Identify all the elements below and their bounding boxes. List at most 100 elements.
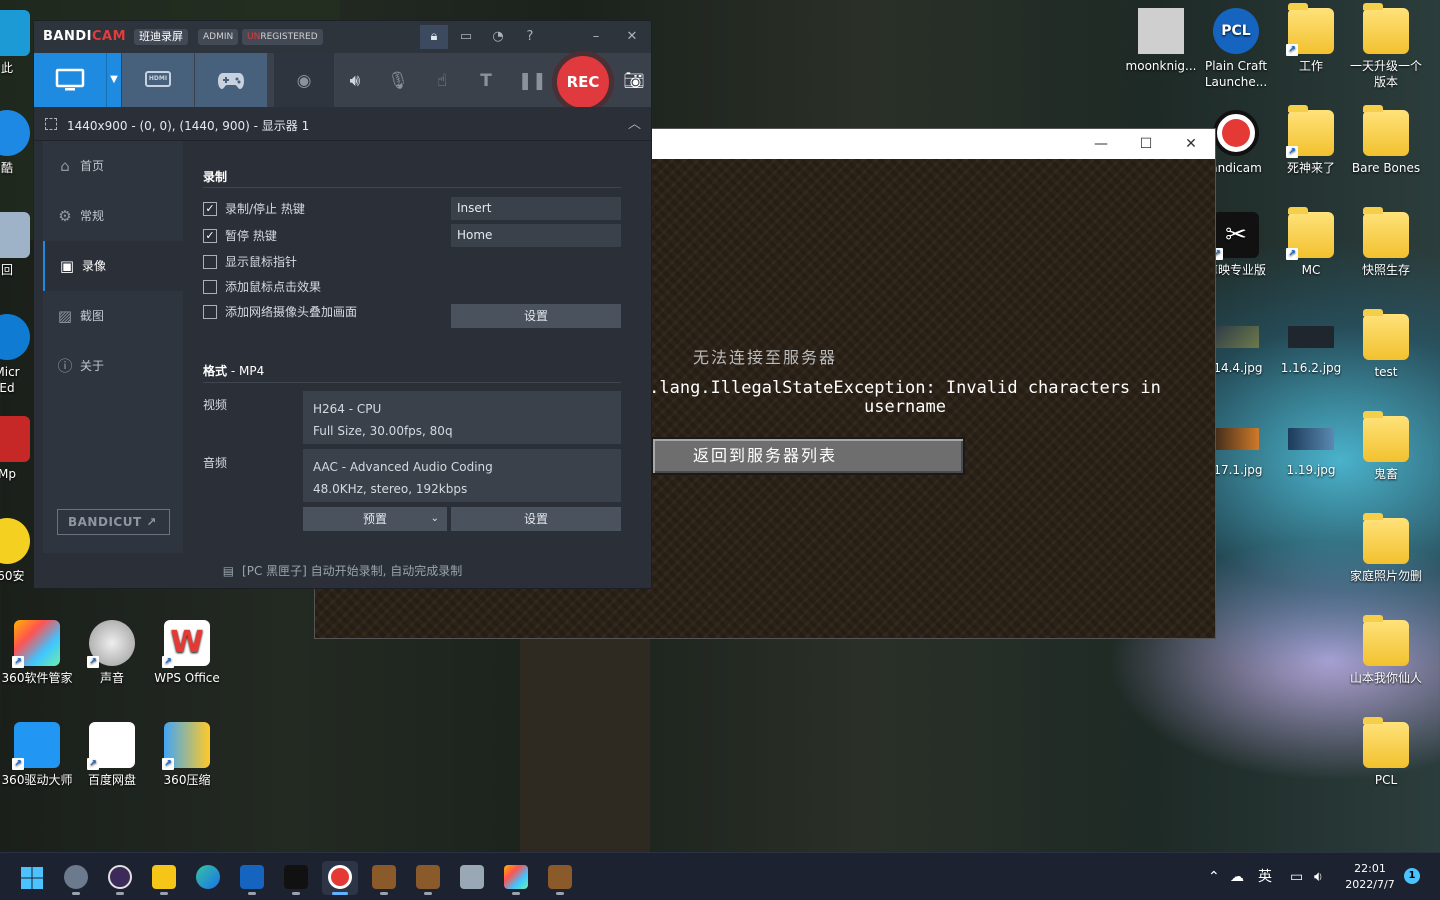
bandicam-icon <box>328 865 352 889</box>
speaker-icon[interactable]: 🔊︎ <box>341 68 369 94</box>
screen-mode-dropdown[interactable]: ▼ <box>106 53 121 107</box>
lock-icon[interactable]: 🔒︎ <box>420 25 448 49</box>
desktop-icon-baidu-pan[interactable]: ↗ 百度网盘 <box>75 722 149 788</box>
preset-dropdown[interactable]: 预置 ⌄ <box>303 507 447 531</box>
audio-format-info: AAC - Advanced Audio Coding 48.0KHz, ste… <box>303 449 621 502</box>
nav-home[interactable]: ⌂ 首页 <box>43 141 183 191</box>
desktop-icon-folder-mc[interactable]: ↗ MC <box>1274 207 1348 278</box>
mouse-click-icon[interactable]: ☝︎ <box>428 68 456 94</box>
back-to-server-list-button[interactable]: 返回到服务器列表 <box>651 437 965 475</box>
shortcut-arrow-icon: ↗ <box>12 656 24 668</box>
ime-indicator[interactable]: 英 <box>1258 853 1272 900</box>
desktop-icon-wps[interactable]: W ↗ WPS Office <box>150 620 224 686</box>
webcam-toggle[interactable]: ◉ <box>274 53 334 107</box>
camera-icon[interactable]: 📷︎ <box>620 68 648 94</box>
webcam-overlay-checkbox[interactable]: 添加网络摄像头叠加画面 <box>203 304 357 320</box>
maximize-button[interactable]: ☐ <box>1130 133 1162 155</box>
close-button[interactable]: ✕ <box>1175 133 1207 155</box>
help-icon[interactable]: ? <box>516 25 544 49</box>
chevron-up-icon[interactable]: ⌃ <box>1208 853 1220 900</box>
pause-icon[interactable]: ❚❚ <box>518 68 547 94</box>
taskbar-minecraft-1[interactable] <box>366 861 402 895</box>
shortcut-arrow-icon: ↗ <box>1286 248 1298 260</box>
capture-area-bar[interactable]: 1440x900 - (0, 0), (1440, 900) - 显示器 1 ︿ <box>34 107 651 141</box>
taskbar-capcut[interactable] <box>278 861 314 895</box>
desktop-icon-folder-work[interactable]: ↗ 工作 <box>1274 3 1348 74</box>
desktop-icon-folder-bare-bones[interactable]: Bare Bones <box>1349 105 1423 176</box>
device-mode-button[interactable]: HDMI <box>122 53 194 107</box>
taskbar-minecraft-2[interactable] <box>410 861 446 895</box>
taskbar-360-software[interactable] <box>498 861 534 895</box>
record-button[interactable]: REC <box>552 51 614 113</box>
webcam-off-icon: ◉ <box>296 71 312 91</box>
taskbar-settings[interactable] <box>58 861 94 895</box>
desktop-icon-360-software[interactable]: ↗ 360软件管家 <box>0 620 74 686</box>
taskbar-edge[interactable] <box>190 861 226 895</box>
taskbar-file-explorer[interactable] <box>146 861 182 895</box>
desktop-icon-folder-yamamoto[interactable]: 山本我你仙人 <box>1349 615 1423 686</box>
minimize-icon[interactable]: – <box>582 25 610 49</box>
show-cursor-checkbox[interactable]: 显示鼠标指针 <box>203 254 297 270</box>
desktop-icon-folder-death[interactable]: ↗ 死神来了 <box>1274 105 1348 176</box>
bandicut-button[interactable]: BANDICUT ↗ <box>57 509 170 535</box>
network-icon[interactable]: ▭ <box>1290 853 1303 900</box>
desktop-icon-folder-kichiku[interactable]: 鬼畜 <box>1349 411 1423 482</box>
desktop-icon-folder-pcl[interactable]: PCL <box>1349 717 1423 788</box>
bandicam-titlebar[interactable]: BANDICAM 班迪录屏 ADMIN UNREGISTERED 🔒︎ ▭ ◔ … <box>34 21 651 53</box>
info-icon: ⓘ <box>57 357 73 375</box>
text-icon[interactable]: T <box>472 68 500 94</box>
folder-icon <box>1363 615 1409 666</box>
bandicam-sidebar: ⌂ 首页 ⚙ 常规 ▣ 录像 ▨ 截图 ⓘ 关于 BANDICUT ↗ <box>43 141 183 553</box>
folder-icon[interactable]: ▭ <box>452 25 480 49</box>
bandicam-logo-icon <box>1213 110 1259 156</box>
desktop-icon-folder-family-photos[interactable]: 家庭照片勿删 <box>1349 513 1423 584</box>
taskbar-minecraft-3[interactable] <box>542 861 578 895</box>
desktop-icon-360-zip[interactable]: ↗ 360压缩 <box>150 722 224 788</box>
desktop-icon-image-1-19[interactable]: 1.19.jpg <box>1274 416 1348 478</box>
nav-general[interactable]: ⚙ 常规 <box>43 191 183 241</box>
desktop-icon-pcl-launcher[interactable]: PCL Plain Craft Launche... <box>1199 8 1273 90</box>
nav-about[interactable]: ⓘ 关于 <box>43 341 183 391</box>
microphone-off-icon[interactable]: 🎙︎ <box>384 68 412 94</box>
start-button[interactable] <box>14 861 50 895</box>
status-message[interactable]: [PC 黑匣子] 自动开始录制, 自动完成录制 <box>242 564 462 578</box>
desktop-icon-folder-test[interactable]: test <box>1349 309 1423 380</box>
webcam-settings-button[interactable]: 设置 <box>451 304 621 328</box>
unregistered-badge[interactable]: UNREGISTERED <box>242 29 323 45</box>
taskbar-calculator[interactable] <box>454 861 490 895</box>
desktop-icon-image-1-16-2[interactable]: 1.16.2.jpg <box>1274 314 1348 376</box>
bandicam-logo: BANDICAM <box>43 29 127 44</box>
chevron-up-icon[interactable]: ︿ <box>628 113 641 132</box>
nav-screenshot[interactable]: ▨ 截图 <box>43 291 183 341</box>
record-hotkey-field[interactable]: Insert <box>451 197 621 220</box>
screen-mode-button[interactable] <box>34 53 106 107</box>
notification-badge[interactable]: 1 <box>1404 868 1420 884</box>
pause-hotkey-checkbox[interactable]: ✓ 暂停 热键 <box>203 228 277 244</box>
nav-video[interactable]: ▣ 录像 <box>43 241 183 291</box>
cloud-icon[interactable]: ☁ <box>1230 853 1244 900</box>
volume-icon[interactable]: 🔉︎ <box>1314 853 1323 900</box>
play-icon <box>108 865 132 889</box>
gear-icon: ⚙ <box>58 207 72 225</box>
clock[interactable]: 22:01 2022/7/7 <box>1340 861 1400 893</box>
clock-icon[interactable]: ◔ <box>484 25 512 49</box>
edge-icon <box>196 865 220 889</box>
taskbar-pcl[interactable] <box>234 861 270 895</box>
desktop-icon-folder-snapshot[interactable]: 快照生存 <box>1349 207 1423 278</box>
desktop-icon-sound[interactable]: ↗ 声音 <box>75 620 149 686</box>
game-mode-button[interactable] <box>195 53 267 107</box>
close-icon[interactable]: ✕ <box>618 25 646 49</box>
click-effect-checkbox[interactable]: 添加鼠标点击效果 <box>203 279 321 295</box>
hdmi-icon: HDMI <box>145 71 171 87</box>
taskbar-media-player[interactable] <box>102 861 138 895</box>
taskbar-bandicam[interactable] <box>322 861 358 895</box>
desktop-icon-360-driver[interactable]: ↗ 360驱动大师 <box>0 722 74 788</box>
pause-hotkey-field[interactable]: Home <box>451 224 621 247</box>
folder-icon <box>1363 411 1409 462</box>
desktop-icon-folder-upgrade[interactable]: 一天升级一个版本 <box>1349 3 1423 90</box>
audio-label: 音频 <box>203 456 228 470</box>
desktop-icon-moonknight[interactable]: moonknig... <box>1124 8 1198 74</box>
minimize-button[interactable]: — <box>1085 133 1117 155</box>
record-hotkey-checkbox[interactable]: ✓ 录制/停止 热键 <box>203 201 305 217</box>
format-settings-button[interactable]: 设置 <box>451 507 621 531</box>
